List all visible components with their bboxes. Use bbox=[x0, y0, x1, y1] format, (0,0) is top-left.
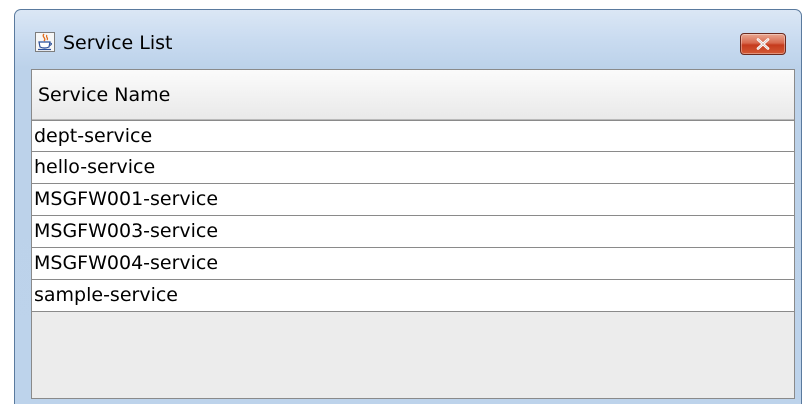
table-row[interactable]: sample-service bbox=[32, 280, 794, 312]
service-name-cell: dept-service bbox=[34, 125, 153, 147]
service-name-cell: MSGFW003-service bbox=[34, 220, 219, 242]
table-row[interactable]: dept-service bbox=[32, 120, 794, 152]
close-icon bbox=[756, 38, 770, 50]
column-header-service-name[interactable]: Service Name bbox=[38, 84, 170, 106]
title-bar[interactable]: Service List bbox=[15, 10, 801, 66]
service-name-cell: sample-service bbox=[34, 284, 178, 306]
table-header: Service Name bbox=[32, 70, 794, 120]
table-body: dept-service hello-service MSGFW001-serv… bbox=[32, 120, 794, 312]
close-button[interactable] bbox=[740, 33, 786, 55]
table-row[interactable]: MSGFW003-service bbox=[32, 216, 794, 248]
table-row[interactable]: MSGFW001-service bbox=[32, 184, 794, 216]
service-name-cell: hello-service bbox=[34, 156, 156, 178]
table-row[interactable]: MSGFW004-service bbox=[32, 248, 794, 280]
java-cup-icon bbox=[35, 32, 55, 52]
table-row[interactable]: hello-service bbox=[32, 152, 794, 184]
service-table: Service Name dept-service hello-service … bbox=[31, 69, 795, 399]
window-title: Service List bbox=[63, 32, 173, 54]
service-name-cell: MSGFW004-service bbox=[34, 252, 219, 274]
service-list-window: Service List Service Name dept-service h… bbox=[14, 9, 802, 404]
service-name-cell: MSGFW001-service bbox=[34, 188, 219, 210]
